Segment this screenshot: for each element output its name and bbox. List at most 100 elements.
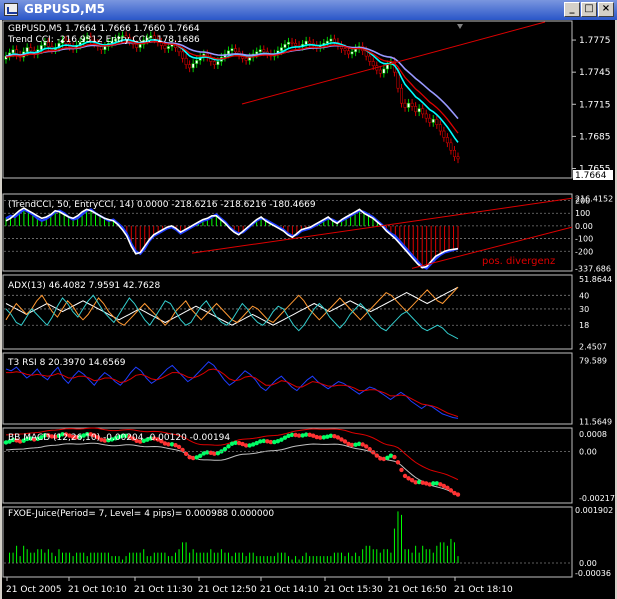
macd-dot bbox=[445, 485, 450, 491]
title-bar[interactable]: GBPUSD,M5 _ □ × bbox=[0, 0, 617, 20]
candle-body bbox=[163, 45, 167, 49]
time-axis-label: 21 Oct 18:10 bbox=[454, 585, 513, 595]
adx-axis-label: 40 bbox=[579, 291, 589, 300]
time-axis-label: 21 Oct 16:50 bbox=[388, 585, 447, 595]
chart-area[interactable]: 1.7775 1.7745 1.7715 1.7685 1.7655 GBPUSD,M5 … bbox=[2, 20, 615, 599]
fxoe-series-layer bbox=[4, 511, 571, 564]
candle-body bbox=[99, 46, 103, 50]
candle-body bbox=[283, 44, 287, 48]
macd-dot bbox=[392, 454, 397, 460]
candle-body bbox=[184, 57, 188, 65]
candle-body bbox=[103, 46, 107, 50]
rsi-panel-title: T3 RSI 8 20.3970 14.6569 bbox=[7, 358, 126, 368]
macd-dot bbox=[176, 444, 182, 450]
macd-dot bbox=[222, 446, 228, 452]
macd-axis-label: 0.00 bbox=[579, 447, 597, 456]
cci-axis-label: -200 bbox=[575, 247, 593, 256]
macd-dot bbox=[367, 447, 372, 452]
candle-body bbox=[410, 102, 414, 107]
window-title: GBPUSD,M5 bbox=[24, 2, 105, 16]
cci-panel-title: (TrendCCI, 50, EntryCCI, 14) 0.0000 -218… bbox=[8, 200, 316, 210]
candle-body bbox=[396, 71, 400, 89]
candle-body bbox=[403, 102, 407, 108]
macd-dot bbox=[399, 467, 404, 473]
candle-body bbox=[177, 47, 181, 53]
candle-body bbox=[195, 60, 199, 64]
close-button[interactable]: × bbox=[598, 2, 614, 17]
fxoe-panel-title: FXOE-Juice(Period= 7, Level= 4 pips)= 0.… bbox=[8, 509, 274, 519]
label-layer: 1.77751.77451.77151.76851.7655GBPUSD,M5 … bbox=[6, 24, 615, 595]
candle-body bbox=[428, 117, 432, 123]
candle-body bbox=[343, 48, 347, 52]
candle-body bbox=[234, 48, 238, 53]
candle-body bbox=[368, 55, 372, 62]
candle-body bbox=[407, 102, 411, 108]
time-axis-label: 21 Oct 15:30 bbox=[324, 585, 383, 595]
macd-dot bbox=[448, 488, 454, 493]
candle-body bbox=[191, 63, 195, 69]
price-axis-label: 1.7685 bbox=[579, 132, 611, 142]
macd-axis-label: 0.0008 bbox=[579, 430, 607, 439]
macd-dot bbox=[395, 460, 401, 465]
macd-panel-title: BB MACD (12,26,10) -0.00204 -0.00120 -0.… bbox=[8, 433, 230, 443]
candle-body bbox=[244, 57, 248, 61]
chart-window: GBPUSD,M5 _ □ × 1.7775 1.7745 1.7715 1.7685… bbox=[0, 0, 617, 599]
time-axis-label: 21 Oct 14:10 bbox=[260, 585, 319, 595]
divergence-annotation: pos. divergenz bbox=[482, 256, 555, 267]
candle-body bbox=[279, 47, 283, 52]
candle-body bbox=[382, 68, 386, 74]
adx-axis-label: 51.8644 bbox=[579, 275, 612, 284]
candle-body bbox=[308, 40, 312, 44]
chart-window-icon bbox=[4, 3, 18, 16]
price-panel-title: GBPUSD,M5 1.7664 1.7666 1.7660 1.7664 bbox=[8, 24, 200, 34]
time-axis-label: 21 Oct 2005 bbox=[6, 585, 62, 595]
fxoe-axis-label: 0.00 bbox=[579, 559, 597, 568]
candle-body bbox=[230, 48, 234, 52]
time-axis-label: 21 Oct 12:50 bbox=[198, 585, 257, 595]
candle-body bbox=[255, 51, 259, 55]
candle-body bbox=[294, 42, 298, 46]
candle-body bbox=[212, 61, 216, 65]
candle-body bbox=[258, 49, 262, 53]
cci-axis-label: -100 bbox=[575, 235, 593, 244]
price-axis-label: 1.7775 bbox=[579, 36, 611, 46]
candle-body bbox=[216, 61, 220, 65]
price-axis-label: 1.7745 bbox=[579, 68, 611, 78]
maximize-button[interactable]: □ bbox=[581, 2, 597, 17]
candle-body bbox=[262, 49, 266, 53]
macd-dot bbox=[374, 453, 379, 458]
cci-axis-label: 200 bbox=[575, 197, 590, 206]
candle-body bbox=[181, 51, 185, 59]
candle-body bbox=[456, 156, 460, 160]
adx-series-layer bbox=[4, 286, 571, 340]
candle-body bbox=[39, 45, 43, 50]
candle-body bbox=[166, 46, 170, 49]
macd-dot bbox=[183, 451, 189, 456]
candle-body bbox=[449, 142, 453, 151]
candle-body bbox=[445, 137, 449, 144]
candle-body bbox=[424, 113, 428, 119]
candle-body bbox=[399, 87, 403, 104]
minimize-button[interactable]: _ bbox=[564, 2, 580, 17]
cci-axis-label: 100 bbox=[575, 209, 590, 218]
ema-fast-line bbox=[5, 38, 459, 143]
candle-body bbox=[350, 51, 354, 55]
candle-body bbox=[325, 40, 329, 44]
fxoe-axis-label: -0.00036 bbox=[575, 569, 611, 578]
price-panel-subtitle: Trend CCI: -216.9312 Entry CCI: -178.168… bbox=[7, 35, 200, 45]
shift-marker-icon bbox=[457, 24, 463, 29]
candle-body bbox=[347, 50, 351, 55]
candle-body bbox=[435, 118, 439, 125]
rsi-axis-label: 11.5649 bbox=[579, 417, 612, 426]
macd-axis-label: -0.00217 bbox=[579, 494, 615, 503]
macd-dot bbox=[363, 444, 369, 449]
macd-dot bbox=[455, 492, 461, 497]
time-axis-label: 21 Oct 10:10 bbox=[68, 585, 127, 595]
adx-axis-label: 30 bbox=[579, 305, 589, 314]
rsi-series-layer bbox=[5, 361, 459, 419]
candle-body bbox=[438, 124, 442, 132]
candle-body bbox=[29, 47, 33, 52]
candle-body bbox=[442, 130, 446, 138]
candle-body bbox=[371, 61, 375, 67]
macd-dot bbox=[371, 450, 376, 455]
